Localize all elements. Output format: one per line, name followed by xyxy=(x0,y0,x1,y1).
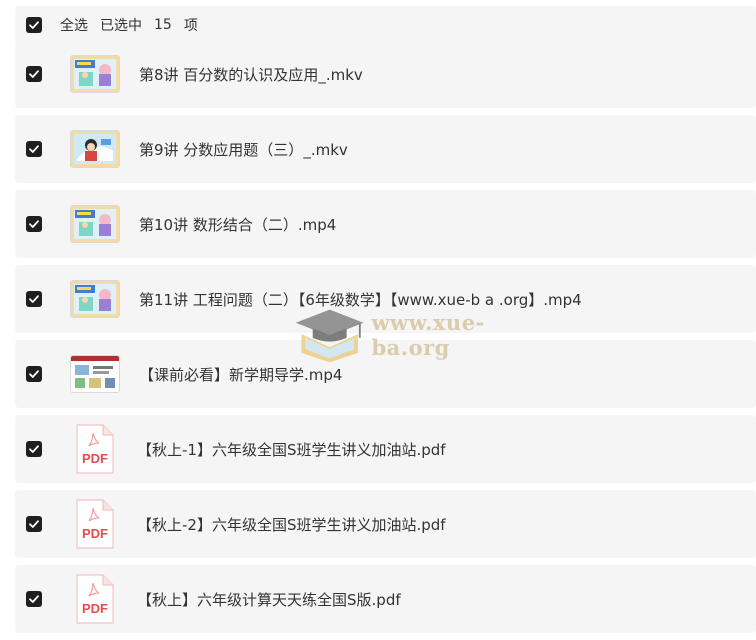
file-checkbox[interactable] xyxy=(26,516,42,532)
file-name[interactable]: 第8讲 百分数的认识及应用_.mkv xyxy=(139,64,363,85)
video-thumbnail xyxy=(71,206,119,242)
svg-text:PDF: PDF xyxy=(82,451,108,466)
file-row[interactable]: 第9讲 分数应用题（三）_.mkv xyxy=(15,115,756,183)
video-thumbnail xyxy=(71,131,119,167)
file-row[interactable]: PDF 【秋上-2】六年级全国S班学生讲义加油站.pdf xyxy=(15,490,756,558)
selected-prefix: 已选中 xyxy=(100,18,142,34)
selected-suffix: 项 xyxy=(183,18,198,34)
file-row[interactable]: PDF 【秋上-1】六年级全国S班学生讲义加油站.pdf xyxy=(15,415,756,483)
select-all-checkbox[interactable] xyxy=(26,17,42,33)
check-icon xyxy=(29,445,39,453)
svg-text:PDF: PDF xyxy=(82,601,108,616)
file-name[interactable]: 第9讲 分数应用题（三）_.mkv xyxy=(139,139,348,160)
file-checkbox[interactable] xyxy=(26,441,42,457)
file-checkbox[interactable] xyxy=(26,141,42,157)
video-thumbnail xyxy=(71,281,119,317)
file-row[interactable]: 第11讲 工程问题（二）【6年级数学】【www.xue-b a .org】.mp… xyxy=(15,265,756,333)
video-thumbnail xyxy=(71,356,119,392)
file-row[interactable]: 第10讲 数形结合（二）.mp4 xyxy=(15,190,756,258)
check-icon xyxy=(29,145,39,153)
select-all-label[interactable]: 全选 xyxy=(60,15,88,35)
file-name[interactable]: 【秋上-1】六年级全国S班学生讲义加油站.pdf xyxy=(137,439,446,460)
select-all-bar: 全选 已选中 15 项 xyxy=(15,6,756,44)
pdf-file-icon: PDF xyxy=(73,573,117,625)
file-row[interactable]: 【课前必看】新学期导学.mp4 xyxy=(15,340,756,408)
check-icon xyxy=(29,520,39,528)
file-name[interactable]: 【秋上-2】六年级全国S班学生讲义加油站.pdf xyxy=(137,514,446,535)
check-icon xyxy=(29,220,39,228)
file-checkbox[interactable] xyxy=(26,66,42,82)
file-row[interactable]: 第8讲 百分数的认识及应用_.mkv xyxy=(15,40,756,108)
file-name[interactable]: 第10讲 数形结合（二）.mp4 xyxy=(139,214,336,235)
file-row[interactable]: PDF 【秋上】六年级计算天天练全国S版.pdf xyxy=(15,565,756,633)
video-thumbnail xyxy=(71,56,119,92)
check-icon xyxy=(29,370,39,378)
file-checkbox[interactable] xyxy=(26,366,42,382)
check-icon xyxy=(29,295,39,303)
check-icon xyxy=(29,21,39,29)
file-name[interactable]: 【秋上】六年级计算天天练全国S版.pdf xyxy=(137,589,401,610)
check-icon xyxy=(29,70,39,78)
check-icon xyxy=(29,595,39,603)
svg-text:PDF: PDF xyxy=(82,526,108,541)
file-checkbox[interactable] xyxy=(26,291,42,307)
file-checkbox[interactable] xyxy=(26,216,42,232)
selected-count: 15 xyxy=(154,17,172,33)
file-checkbox[interactable] xyxy=(26,591,42,607)
file-name[interactable]: 第11讲 工程问题（二）【6年级数学】【www.xue-b a .org】.mp… xyxy=(139,289,582,310)
file-name[interactable]: 【课前必看】新学期导学.mp4 xyxy=(139,364,342,385)
pdf-file-icon: PDF xyxy=(73,498,117,550)
pdf-file-icon: PDF xyxy=(73,423,117,475)
